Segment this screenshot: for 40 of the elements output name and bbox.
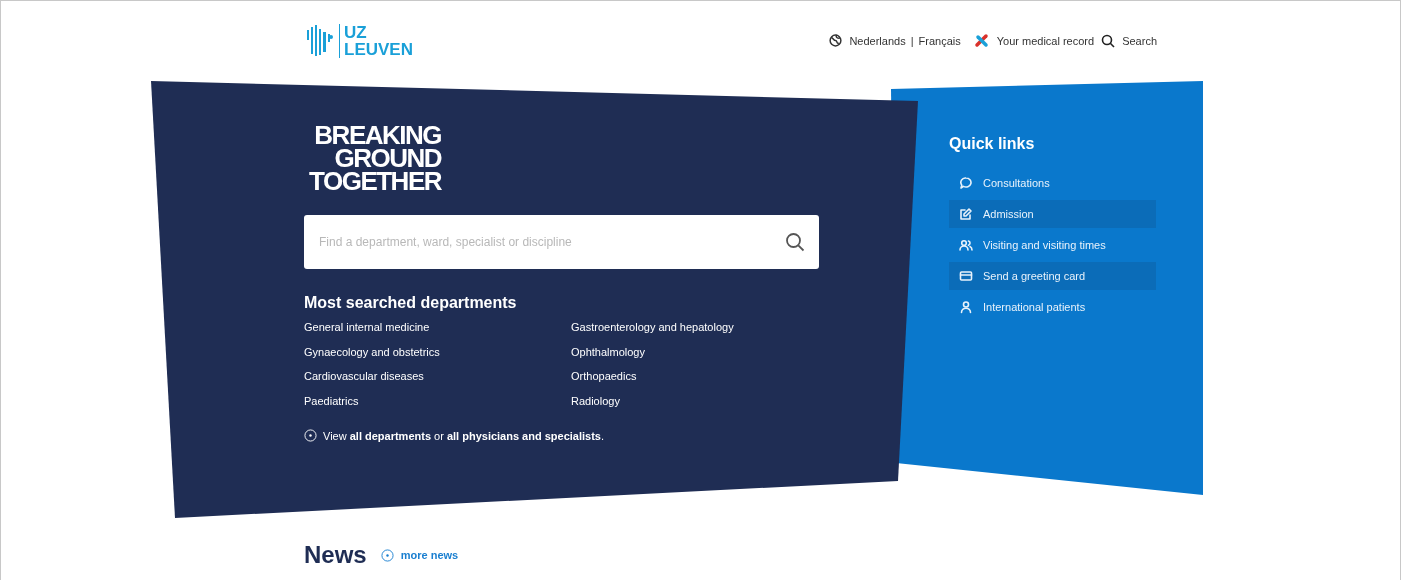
department-link[interactable]: Ophthalmology: [571, 344, 918, 360]
logo-text: UZ: [344, 23, 368, 41]
section-heading: Most searched departments: [304, 294, 518, 312]
separator: |: [910, 34, 914, 47]
tagline-text: GROUND: [334, 147, 441, 170]
people-icon: [959, 238, 973, 252]
plus-circle-icon: [380, 548, 394, 562]
speech-bubble-icon: [959, 176, 973, 190]
logo-text: LEUVEN: [344, 40, 413, 58]
search-icon: [1101, 33, 1116, 48]
panel-title: Quick links: [949, 135, 1036, 153]
department-link[interactable]: General internal medicine: [304, 320, 571, 336]
quick-link[interactable]: Visiting and visiting times: [949, 231, 1156, 259]
quick-link[interactable]: Admission: [949, 200, 1156, 228]
logo-icon: [304, 23, 334, 58]
department-link[interactable]: Paediatrics: [304, 393, 571, 409]
view-all-text: View all departments or all physicians and specialists.: [323, 429, 605, 442]
plus-circle-icon: [304, 429, 317, 442]
globe-icon: [829, 34, 843, 47]
person-icon: [959, 300, 973, 314]
quick-link[interactable]: Consultations: [949, 169, 1156, 197]
quick-link[interactable]: Send a greeting card: [949, 262, 1156, 290]
department-link[interactable]: Cardiovascular diseases: [304, 369, 571, 385]
more-news-link[interactable]: more news: [380, 548, 459, 562]
tagline-text: BREAKING: [314, 124, 441, 147]
department-link[interactable]: Gynaecology and obstetrics: [304, 344, 571, 360]
quick-link[interactable]: International patients: [949, 293, 1156, 321]
pencil-square-icon: [959, 207, 973, 221]
section-heading: News: [304, 541, 367, 569]
department-link[interactable]: Orthopaedics: [571, 369, 918, 385]
search-link[interactable]: Search: [1122, 34, 1157, 47]
card-icon: [959, 269, 973, 283]
language-link[interactable]: Nederlands: [849, 34, 906, 47]
department-link[interactable]: Radiology: [571, 393, 918, 409]
department-link[interactable]: Gastroenterology and hepatology: [571, 320, 918, 336]
cross-icon: [973, 32, 990, 49]
language-link[interactable]: Français: [918, 34, 961, 47]
tagline-text: TOGETHER: [309, 170, 441, 193]
search-field[interactable]: Find a department, ward, specialist or discipline: [304, 215, 819, 269]
medical-record-link[interactable]: Your medical record: [996, 34, 1095, 47]
